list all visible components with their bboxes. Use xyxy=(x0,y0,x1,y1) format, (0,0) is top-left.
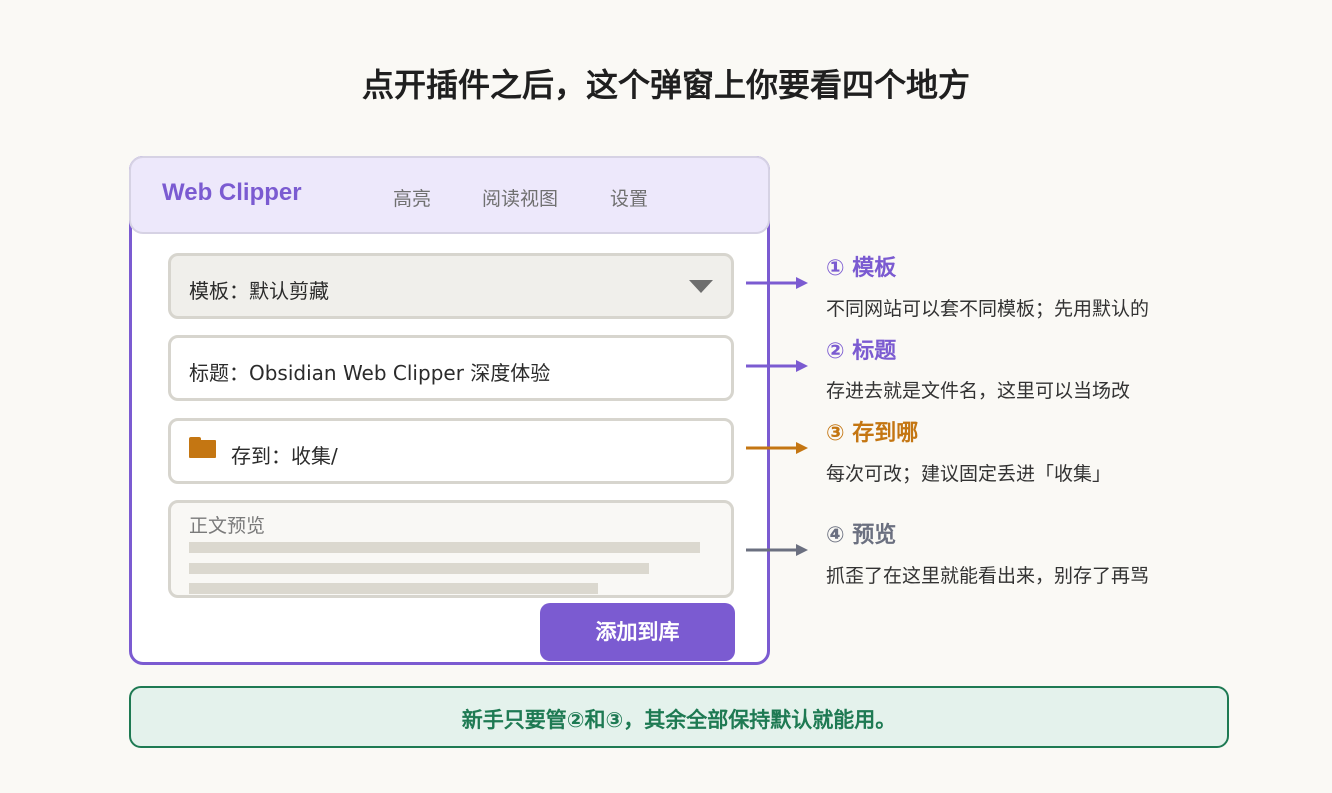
callout-save-title: ③ 存到哪 xyxy=(826,421,919,446)
title-input[interactable]: 标题：Obsidian Web Clipper 深度体验 xyxy=(168,335,734,401)
arrow-right-icon xyxy=(746,277,808,289)
save-location-value: 存到：收集/ xyxy=(231,444,338,468)
arrow-right-icon xyxy=(746,544,808,556)
tip-banner: 新手只要管②和③，其余全部保持默认就能用。 xyxy=(129,686,1229,748)
callout-save-desc: 每次可改；建议固定丢进「收集」 xyxy=(826,463,1112,485)
tab-highlight[interactable]: 高亮 xyxy=(393,184,431,211)
callout-preview-desc: 抓歪了在这里就能看出来，别存了再骂 xyxy=(826,565,1150,587)
add-to-vault-button[interactable]: 添加到库 xyxy=(540,603,735,661)
tab-reader-view[interactable]: 阅读视图 xyxy=(482,184,558,211)
callout-title-desc: 存进去就是文件名，这里可以当场改 xyxy=(826,380,1131,402)
brand-name: Web Clipper xyxy=(162,179,302,206)
chevron-down-icon xyxy=(689,280,713,293)
save-location-input[interactable]: 存到：收集/ xyxy=(168,418,734,484)
page-title: 点开插件之后，这个弹窗上你要看四个地方 xyxy=(361,66,970,104)
arrow-right-icon xyxy=(746,360,808,372)
preview-line xyxy=(189,583,598,594)
tab-settings[interactable]: 设置 xyxy=(610,184,648,211)
callout-template-title: ① 模板 xyxy=(826,256,897,281)
callout-title-title: ② 标题 xyxy=(826,339,897,364)
template-select-value: 模板：默认剪藏 xyxy=(189,279,329,303)
callout-preview-title: ④ 预览 xyxy=(826,523,897,548)
tip-text: 新手只要管②和③，其余全部保持默认就能用。 xyxy=(461,708,897,732)
template-select[interactable]: 模板：默认剪藏 xyxy=(168,253,734,319)
preview-line xyxy=(189,542,700,553)
folder-icon xyxy=(189,437,216,458)
callout-template-desc: 不同网站可以套不同模板；先用默认的 xyxy=(826,298,1150,320)
clipper-popup: Web Clipper 高亮 阅读视图 设置 模板：默认剪藏 标题：Obsidi… xyxy=(129,156,770,665)
content-preview-label: 正文预览 xyxy=(189,515,266,537)
content-preview[interactable]: 正文预览 xyxy=(168,500,734,598)
preview-line xyxy=(189,563,649,574)
title-input-value: 标题：Obsidian Web Clipper 深度体验 xyxy=(189,361,551,385)
popup-header: Web Clipper 高亮 阅读视图 设置 xyxy=(129,156,770,234)
arrow-right-icon xyxy=(746,442,808,454)
